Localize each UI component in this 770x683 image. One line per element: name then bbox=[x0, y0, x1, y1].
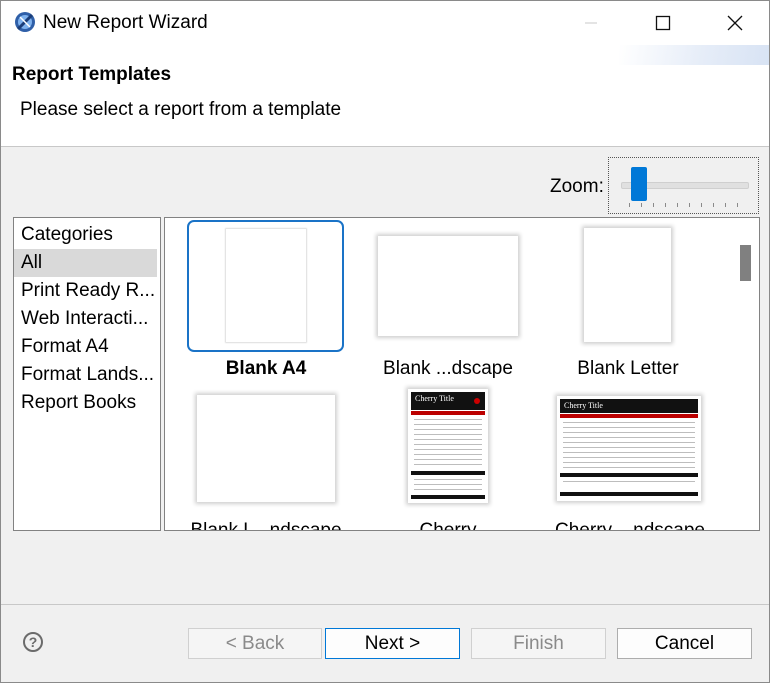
close-icon bbox=[727, 15, 743, 31]
preview-row bbox=[563, 462, 695, 463]
categories-list[interactable]: Categories All Print Ready R... Web Inte… bbox=[13, 217, 161, 531]
template-label: Cherry ...ndscape bbox=[555, 520, 705, 531]
template-cherry[interactable]: Cherry Title Cherry bbox=[365, 383, 565, 530]
category-item-all[interactable]: All bbox=[14, 249, 157, 277]
zoom-label: Zoom: bbox=[550, 176, 604, 197]
preview-row bbox=[563, 422, 695, 423]
preview-row bbox=[414, 484, 482, 485]
maximize-button[interactable] bbox=[640, 1, 686, 45]
template-label: Blank A4 bbox=[225, 358, 307, 379]
category-item-format-landscape[interactable]: Format Lands... bbox=[14, 361, 157, 389]
cancel-button-label: Cancel bbox=[654, 632, 715, 654]
preview-row bbox=[414, 444, 482, 445]
preview-row bbox=[563, 452, 695, 453]
template-label: Blank L...ndscape bbox=[190, 520, 342, 531]
window-title: New Report Wizard bbox=[43, 12, 208, 33]
template-blank-letter[interactable]: Blank Letter bbox=[565, 218, 755, 383]
finish-button-label: Finish bbox=[513, 632, 564, 654]
category-item-web-interactive[interactable]: Web Interacti... bbox=[14, 305, 157, 333]
template-thumbnail bbox=[378, 236, 518, 336]
template-blank-a4[interactable]: Blank A4 bbox=[165, 218, 365, 383]
page-title: Report Templates bbox=[12, 64, 172, 85]
template-thumbnail bbox=[197, 395, 335, 502]
template-cherry-landscape[interactable]: Cherry Title Cherry ...ndscape bbox=[555, 383, 735, 530]
preview-footer-bar bbox=[411, 495, 485, 499]
category-item-format-a4[interactable]: Format A4 bbox=[14, 333, 157, 361]
categories-heading: Categories bbox=[21, 224, 113, 245]
preview-row bbox=[563, 437, 695, 438]
eclipse-birt-icon bbox=[15, 12, 35, 32]
title-bar: New Report Wizard bbox=[1, 1, 769, 45]
cherry-preview-header: Cherry Title bbox=[411, 392, 485, 410]
preview-row bbox=[414, 439, 482, 440]
preview-row bbox=[414, 479, 482, 480]
new-report-wizard-window: New Report Wizard Report Templates Pleas… bbox=[0, 0, 770, 683]
template-blank-letter-landscape[interactable]: Blank L...ndscape bbox=[165, 383, 365, 530]
next-button-label: Next > bbox=[364, 632, 421, 654]
template-label: Cherry bbox=[419, 520, 477, 531]
templates-scrollbar[interactable] bbox=[738, 218, 756, 530]
preview-row bbox=[563, 442, 695, 443]
preview-row bbox=[414, 449, 482, 450]
cherry-red-bar bbox=[411, 411, 485, 415]
next-button[interactable]: Next > bbox=[325, 628, 460, 659]
template-label: Blank ...dscape bbox=[383, 358, 513, 379]
preview-row bbox=[414, 429, 482, 430]
help-icon[interactable]: ? bbox=[23, 632, 43, 652]
minimize-icon bbox=[585, 22, 597, 24]
preview-row bbox=[414, 419, 482, 420]
preview-row bbox=[414, 454, 482, 455]
category-item-print-ready[interactable]: Print Ready R... bbox=[14, 277, 157, 305]
preview-footer-bar bbox=[411, 471, 485, 475]
cherry-preview: Cherry Title bbox=[408, 389, 488, 503]
cherry-preview-title: Cherry Title bbox=[564, 401, 603, 410]
templates-gallery[interactable]: Blank A4 Blank ...dscape Blank Letter Bl… bbox=[164, 217, 760, 531]
back-button[interactable]: < Back bbox=[188, 628, 322, 659]
preview-row bbox=[563, 432, 695, 433]
finish-button[interactable]: Finish bbox=[471, 628, 606, 659]
template-thumbnail bbox=[226, 229, 306, 342]
page-description: Please select a report from a template bbox=[20, 99, 342, 120]
preview-row bbox=[563, 481, 695, 482]
preview-row bbox=[414, 489, 482, 490]
cherry-icon bbox=[474, 398, 480, 404]
wizard-header: Report Templates Please select a report … bbox=[1, 45, 769, 147]
template-thumbnail bbox=[584, 228, 671, 342]
cherry-preview-title: Cherry Title bbox=[415, 394, 454, 403]
back-button-label: < Back bbox=[225, 632, 285, 654]
preview-row bbox=[563, 447, 695, 448]
cherry-preview-header: Cherry Title bbox=[560, 399, 698, 413]
zoom-slider-ticks bbox=[629, 203, 745, 209]
scrollbar-thumb[interactable] bbox=[740, 245, 751, 281]
preview-row bbox=[563, 427, 695, 428]
cherry-landscape-preview: Cherry Title bbox=[557, 396, 701, 501]
preview-row bbox=[414, 434, 482, 435]
preview-footer-bar bbox=[560, 473, 698, 477]
zoom-slider-thumb[interactable] bbox=[631, 167, 647, 201]
zoom-slider[interactable] bbox=[608, 157, 759, 214]
header-gradient bbox=[619, 45, 769, 65]
minimize-button[interactable] bbox=[568, 1, 614, 45]
category-item-report-books[interactable]: Report Books bbox=[14, 389, 157, 417]
maximize-icon bbox=[655, 15, 671, 31]
close-button[interactable] bbox=[712, 1, 758, 45]
preview-row bbox=[414, 424, 482, 425]
cherry-red-bar bbox=[560, 414, 698, 418]
preview-row bbox=[563, 467, 695, 468]
template-label: Blank Letter bbox=[577, 358, 679, 379]
footer-separator bbox=[1, 604, 769, 605]
cancel-button[interactable]: Cancel bbox=[617, 628, 752, 659]
preview-row bbox=[414, 464, 482, 465]
preview-row bbox=[414, 459, 482, 460]
preview-footer-bar bbox=[560, 492, 698, 496]
preview-row bbox=[563, 457, 695, 458]
